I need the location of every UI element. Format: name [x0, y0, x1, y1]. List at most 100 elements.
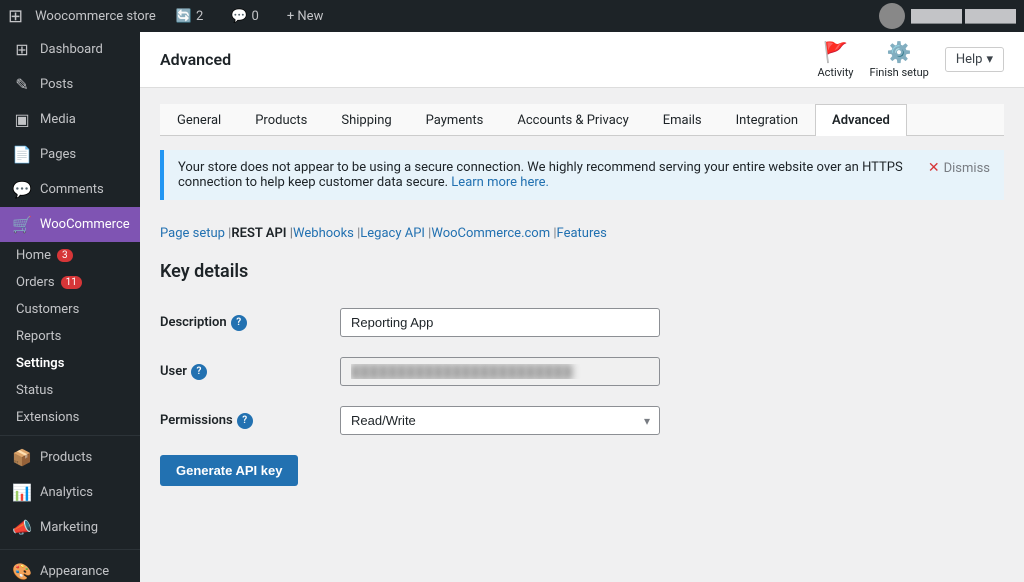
dismiss-icon: ✕ [928, 160, 940, 176]
username: ██████ ██████ [911, 9, 1016, 23]
tab-products[interactable]: Products [238, 104, 324, 136]
user-help-icon[interactable]: ? [191, 364, 207, 380]
update-count[interactable]: 🔄 2 [168, 9, 212, 24]
sidebar-item-posts[interactable]: ✎ Posts [0, 67, 140, 102]
customers-label: Customers [16, 302, 79, 317]
activity-icon: 🚩 [823, 40, 848, 64]
appearance-icon: 🎨 [12, 562, 32, 581]
updates-icon: 🔄 [176, 9, 192, 24]
admin-bar-left: ⊞ Woocommerce store 🔄 2 💬 0 + New [8, 6, 871, 27]
dismiss-label: Dismiss [944, 161, 990, 176]
sidebar-item-comments[interactable]: 💬 Comments [0, 172, 140, 207]
sidebar-item-products[interactable]: 📦 Products [0, 440, 140, 475]
sidebar-sub-item-home[interactable]: Home 3 [0, 242, 140, 269]
sidebar-label-media: Media [40, 112, 76, 127]
sidebar-item-media[interactable]: ▣ Media [0, 102, 140, 137]
tab-accounts-privacy[interactable]: Accounts & Privacy [500, 104, 645, 136]
tab-emails[interactable]: Emails [646, 104, 719, 136]
pages-icon: 📄 [12, 145, 32, 164]
tab-shipping[interactable]: Shipping [324, 104, 408, 136]
subnav-legacy-api[interactable]: Legacy API [360, 226, 431, 241]
subnav-features[interactable]: Features [557, 226, 607, 241]
media-icon: ▣ [12, 110, 32, 129]
tab-general[interactable]: General [160, 104, 238, 136]
home-label: Home [16, 248, 51, 263]
sidebar-item-dashboard[interactable]: ⊞ Dashboard [0, 32, 140, 67]
sidebar-item-appearance[interactable]: 🎨 Appearance [0, 554, 140, 582]
sidebar-label-comments: Comments [40, 182, 104, 197]
permissions-select[interactable]: Read Write Read/Write [340, 406, 660, 435]
help-button[interactable]: Help ▾ [945, 47, 1004, 72]
orders-label: Orders [16, 275, 55, 290]
posts-icon: ✎ [12, 75, 32, 94]
sidebar-sub-item-status[interactable]: Status [0, 377, 140, 404]
sidebar-item-analytics[interactable]: 📊 Analytics [0, 475, 140, 510]
subnav-webhooks[interactable]: Webhooks [293, 226, 360, 241]
sidebar-label-woocommerce: WooCommerce [40, 217, 130, 232]
main-content: Advanced 🚩 Activity ⚙️ Finish setup Help… [140, 32, 1024, 582]
sidebar-item-marketing[interactable]: 📣 Marketing [0, 510, 140, 545]
page-title: Advanced [160, 50, 231, 69]
marketing-icon: 📣 [12, 518, 32, 537]
sidebar-item-pages[interactable]: 📄 Pages [0, 137, 140, 172]
description-row: Description ? [160, 298, 1004, 347]
key-details-form: Description ? User ? [160, 298, 1004, 445]
section-title: Key details [160, 261, 1004, 282]
help-chevron-icon: ▾ [986, 52, 993, 67]
admin-bar: ⊞ Woocommerce store 🔄 2 💬 0 + New ██████… [0, 0, 1024, 32]
wordpress-logo: ⊞ [8, 6, 23, 27]
permissions-select-wrapper: Read Write Read/Write ▾ [340, 406, 660, 435]
notice-link[interactable]: Learn more here. [451, 175, 549, 190]
admin-bar-right: ██████ ██████ [879, 3, 1016, 29]
new-button[interactable]: + New [279, 9, 332, 24]
sidebar-label-posts: Posts [40, 77, 73, 92]
subnav-rest-api[interactable]: REST API [231, 226, 293, 241]
tab-integration[interactable]: Integration [719, 104, 815, 136]
woo-submenu: Home 3 Orders 11 Customers Reports Setti… [0, 242, 140, 431]
sidebar-divider [0, 435, 140, 436]
tab-payments[interactable]: Payments [409, 104, 501, 136]
description-help-icon[interactable]: ? [231, 315, 247, 331]
subnav-woocommerce-com[interactable]: WooCommerce.com [431, 226, 556, 241]
sidebar-item-woocommerce[interactable]: 🛒 WooCommerce [0, 207, 140, 242]
extensions-label: Extensions [16, 410, 79, 425]
tab-advanced[interactable]: Advanced [815, 104, 907, 136]
permissions-help-icon[interactable]: ? [237, 413, 253, 429]
generate-api-key-button[interactable]: Generate API key [160, 455, 298, 486]
activity-button[interactable]: 🚩 Activity [817, 40, 853, 79]
avatar[interactable] [879, 3, 905, 29]
dismiss-button[interactable]: ✕ Dismiss [928, 160, 990, 176]
comments-icon: 💬 [12, 180, 32, 199]
sidebar-sub-item-settings[interactable]: Settings [0, 350, 140, 377]
status-label: Status [16, 383, 53, 398]
finish-setup-label: Finish setup [870, 66, 929, 79]
sidebar-label-marketing: Marketing [40, 520, 98, 535]
sidebar-sub-item-extensions[interactable]: Extensions [0, 404, 140, 431]
orders-badge: 11 [61, 276, 82, 289]
analytics-icon: 📊 [12, 483, 32, 502]
site-name[interactable]: Woocommerce store [35, 9, 156, 24]
help-label: Help [956, 52, 983, 67]
comment-count[interactable]: 💬 0 [223, 9, 267, 24]
subnav-page-setup[interactable]: Page setup [160, 226, 231, 241]
sidebar-label-analytics: Analytics [40, 485, 93, 500]
comment-icon: 💬 [231, 9, 247, 24]
user-label: User ? [160, 347, 340, 396]
sidebar-sub-item-customers[interactable]: Customers [0, 296, 140, 323]
main-topbar: Advanced 🚩 Activity ⚙️ Finish setup Help… [140, 32, 1024, 88]
products-icon: 📦 [12, 448, 32, 467]
description-input[interactable] [340, 308, 660, 337]
description-label: Description ? [160, 298, 340, 347]
sidebar-sub-item-reports[interactable]: Reports [0, 323, 140, 350]
reports-label: Reports [16, 329, 61, 344]
finish-setup-button[interactable]: ⚙️ Finish setup [870, 40, 929, 79]
notice-banner: Your store does not appear to be using a… [160, 150, 1004, 200]
user-input[interactable] [340, 357, 660, 386]
sidebar-sub-item-orders[interactable]: Orders 11 [0, 269, 140, 296]
permissions-row: Permissions ? Read Write Read/Write [160, 396, 1004, 445]
activity-label: Activity [817, 66, 853, 79]
settings-label: Settings [16, 356, 64, 371]
settings-area: General Products Shipping Payments Accou… [140, 88, 1024, 502]
woocommerce-icon: 🛒 [12, 215, 32, 234]
sub-nav: Page setup REST API Webhooks Legacy API … [160, 214, 1004, 249]
